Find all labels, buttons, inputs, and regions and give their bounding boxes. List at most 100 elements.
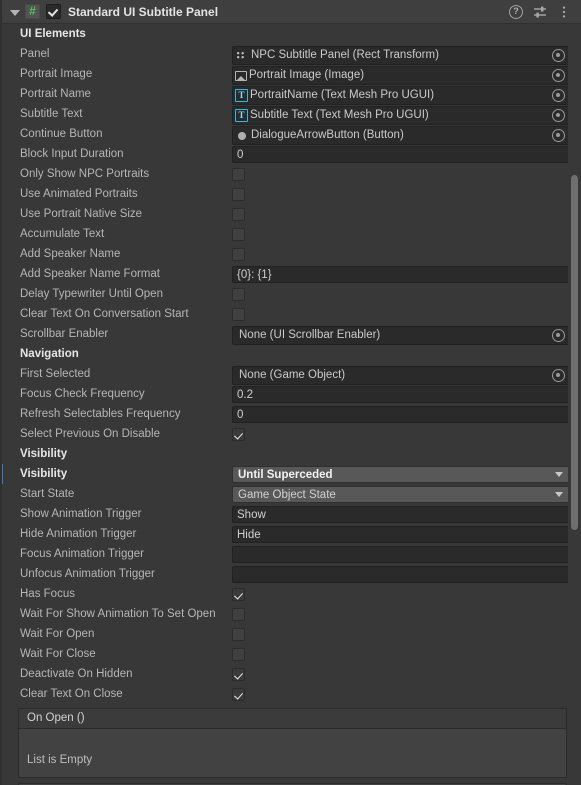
object-picker-icon[interactable] (552, 49, 565, 62)
objectfield-continue-button[interactable]: DialogueArrowButton (Button) (232, 126, 570, 145)
objectfield-continue-button-value: DialogueArrowButton (Button) (251, 129, 404, 141)
label-refresh-selectables-frequency: Refresh Selectables Frequency (20, 408, 181, 420)
row-wait-for-show-animation-to-set-open[interactable]: Wait For Show Animation To Set Open (2, 604, 581, 624)
row-subtitle-text[interactable]: Subtitle Text Subtitle Text (Text Mesh P… (2, 104, 581, 125)
object-picker-icon[interactable] (552, 129, 565, 142)
scrollbar-thumb[interactable] (571, 175, 578, 530)
row-delay-typewriter-until-open[interactable]: Delay Typewriter Until Open (2, 284, 581, 304)
input-hide-animation-trigger[interactable]: Hide (232, 526, 570, 543)
input-refresh-selectables-frequency[interactable]: 0 (232, 406, 570, 423)
checkbox-clear-text-on-close[interactable] (232, 687, 245, 701)
row-refresh-selectables-frequency[interactable]: Refresh Selectables Frequency 0 (2, 404, 581, 424)
chevron-down-icon (555, 492, 563, 497)
component-enabled-checkbox[interactable] (46, 4, 61, 19)
input-block-input-duration[interactable]: 0 (232, 146, 570, 163)
row-deactivate-on-hidden[interactable]: Deactivate On Hidden (2, 664, 581, 684)
objectfield-first-selected[interactable]: None (Game Object) (232, 366, 570, 385)
object-picker-icon[interactable] (552, 69, 565, 82)
label-visibility: Visibility (20, 468, 68, 480)
section-header-navigation: Navigation (20, 348, 79, 360)
label-deactivate-on-hidden: Deactivate On Hidden (20, 668, 133, 680)
row-wait-for-close[interactable]: Wait For Close (2, 644, 581, 664)
row-wait-for-open[interactable]: Wait For Open (2, 624, 581, 644)
vertical-scrollbar[interactable] (568, 24, 581, 785)
component-header[interactable]: # Standard UI Subtitle Panel (2, 0, 581, 24)
checkbox-clear-text-on-conversation-start[interactable] (232, 307, 245, 321)
checkbox-wait-for-close[interactable] (232, 647, 245, 661)
objectfield-scrollbar-enabler[interactable]: None (UI Scrollbar Enabler) (232, 326, 570, 345)
checkbox-deactivate-on-hidden[interactable] (232, 667, 245, 681)
label-focus-check-frequency: Focus Check Frequency (20, 388, 145, 400)
row-unfocus-animation-trigger[interactable]: Unfocus Animation Trigger (2, 564, 581, 584)
label-portrait-name: Portrait Name (20, 88, 91, 100)
row-scrollbar-enabler[interactable]: Scrollbar Enabler None (UI Scrollbar Ena… (2, 324, 581, 345)
row-clear-text-on-conversation-start[interactable]: Clear Text On Conversation Start (2, 304, 581, 324)
object-picker-icon[interactable] (552, 369, 565, 382)
row-add-speaker-name[interactable]: Add Speaker Name (2, 244, 581, 264)
objectfield-first-selected-value: None (Game Object) (239, 369, 346, 381)
chevron-down-icon (555, 472, 563, 477)
checkbox-accumulate-text[interactable] (232, 227, 245, 241)
row-continue-button[interactable]: Continue Button DialogueArrowButton (But… (2, 124, 581, 145)
row-select-previous-on-disable[interactable]: Select Previous On Disable (2, 424, 581, 444)
row-panel[interactable]: Panel NPC Subtitle Panel (Rect Transform… (2, 44, 581, 65)
checkbox-only-show-npc-portraits[interactable] (232, 167, 245, 181)
row-start-state[interactable]: Start State Game Object State (2, 484, 581, 504)
row-focus-check-frequency[interactable]: Focus Check Frequency 0.2 (2, 384, 581, 404)
objectfield-portrait-image[interactable]: Portrait Image (Image) (232, 66, 570, 85)
dropdown-visibility[interactable]: Until Superceded (232, 466, 570, 483)
checkbox-delay-typewriter-until-open[interactable] (232, 287, 245, 301)
label-continue-button: Continue Button (20, 128, 103, 140)
row-only-show-npc-portraits[interactable]: Only Show NPC Portraits (2, 164, 581, 184)
image-icon (235, 71, 247, 81)
label-subtitle-text: Subtitle Text (20, 108, 83, 120)
row-show-animation-trigger[interactable]: Show Animation Trigger Show (2, 504, 581, 524)
label-wait-for-close: Wait For Close (20, 648, 96, 660)
input-unfocus-animation-trigger[interactable] (232, 566, 570, 583)
label-clear-text-on-conversation-start: Clear Text On Conversation Start (20, 308, 189, 320)
row-visibility[interactable]: Visibility Until Superceded (2, 464, 581, 484)
script-hash-icon: # (25, 4, 40, 19)
row-clear-text-on-close[interactable]: Clear Text On Close (2, 684, 581, 704)
label-use-animated-portraits: Use Animated Portraits (20, 188, 138, 200)
kebab-menu-icon[interactable] (557, 5, 571, 19)
checkbox-use-animated-portraits[interactable] (232, 187, 245, 201)
row-portrait-image[interactable]: Portrait Image Portrait Image (Image) (2, 64, 581, 85)
checkbox-add-speaker-name[interactable] (232, 247, 245, 261)
row-use-portrait-native-size[interactable]: Use Portrait Native Size (2, 204, 581, 224)
row-block-input-duration[interactable]: Block Input Duration 0 (2, 144, 581, 164)
help-icon[interactable] (509, 4, 523, 19)
row-add-speaker-name-format[interactable]: Add Speaker Name Format {0}: {1} (2, 264, 581, 284)
foldout-arrow-icon[interactable] (9, 6, 21, 18)
object-picker-icon[interactable] (552, 89, 565, 102)
row-use-animated-portraits[interactable]: Use Animated Portraits (2, 184, 581, 204)
objectfield-portrait-name-value: PortraitName (Text Mesh Pro UGUI) (250, 89, 435, 101)
checkbox-has-focus[interactable] (232, 587, 245, 601)
object-picker-icon[interactable] (552, 109, 565, 122)
preset-icon[interactable] (533, 5, 547, 19)
checkbox-select-previous-on-disable[interactable] (232, 427, 245, 441)
checkbox-wait-for-show-animation-to-set-open[interactable] (232, 607, 245, 621)
row-hide-animation-trigger[interactable]: Hide Animation Trigger Hide (2, 524, 581, 544)
textmeshpro-icon (235, 109, 248, 122)
row-focus-animation-trigger[interactable]: Focus Animation Trigger (2, 544, 581, 564)
input-add-speaker-name-format[interactable]: {0}: {1} (232, 266, 570, 283)
checkbox-wait-for-open[interactable] (232, 627, 245, 641)
objectfield-portrait-name[interactable]: PortraitName (Text Mesh Pro UGUI) (232, 86, 570, 105)
input-focus-check-frequency[interactable]: 0.2 (232, 386, 570, 403)
row-has-focus[interactable]: Has Focus (2, 584, 581, 604)
objectfield-subtitle-text[interactable]: Subtitle Text (Text Mesh Pro UGUI) (232, 106, 570, 125)
row-portrait-name[interactable]: Portrait Name PortraitName (Text Mesh Pr… (2, 84, 581, 105)
objectfield-scrollbar-enabler-value: None (UI Scrollbar Enabler) (239, 329, 381, 341)
label-hide-animation-trigger: Hide Animation Trigger (20, 528, 137, 540)
objectfield-panel[interactable]: NPC Subtitle Panel (Rect Transform) (232, 46, 570, 65)
input-focus-animation-trigger[interactable] (232, 546, 570, 563)
textmeshpro-icon (235, 89, 248, 102)
event-list-on-open[interactable]: On Open () List is Empty (18, 708, 567, 778)
object-picker-icon[interactable] (552, 329, 565, 342)
dropdown-start-state[interactable]: Game Object State (232, 486, 570, 503)
row-first-selected[interactable]: First Selected None (Game Object) (2, 364, 581, 385)
row-accumulate-text[interactable]: Accumulate Text (2, 224, 581, 244)
checkbox-use-portrait-native-size[interactable] (232, 207, 245, 221)
input-show-animation-trigger[interactable]: Show (232, 506, 570, 523)
